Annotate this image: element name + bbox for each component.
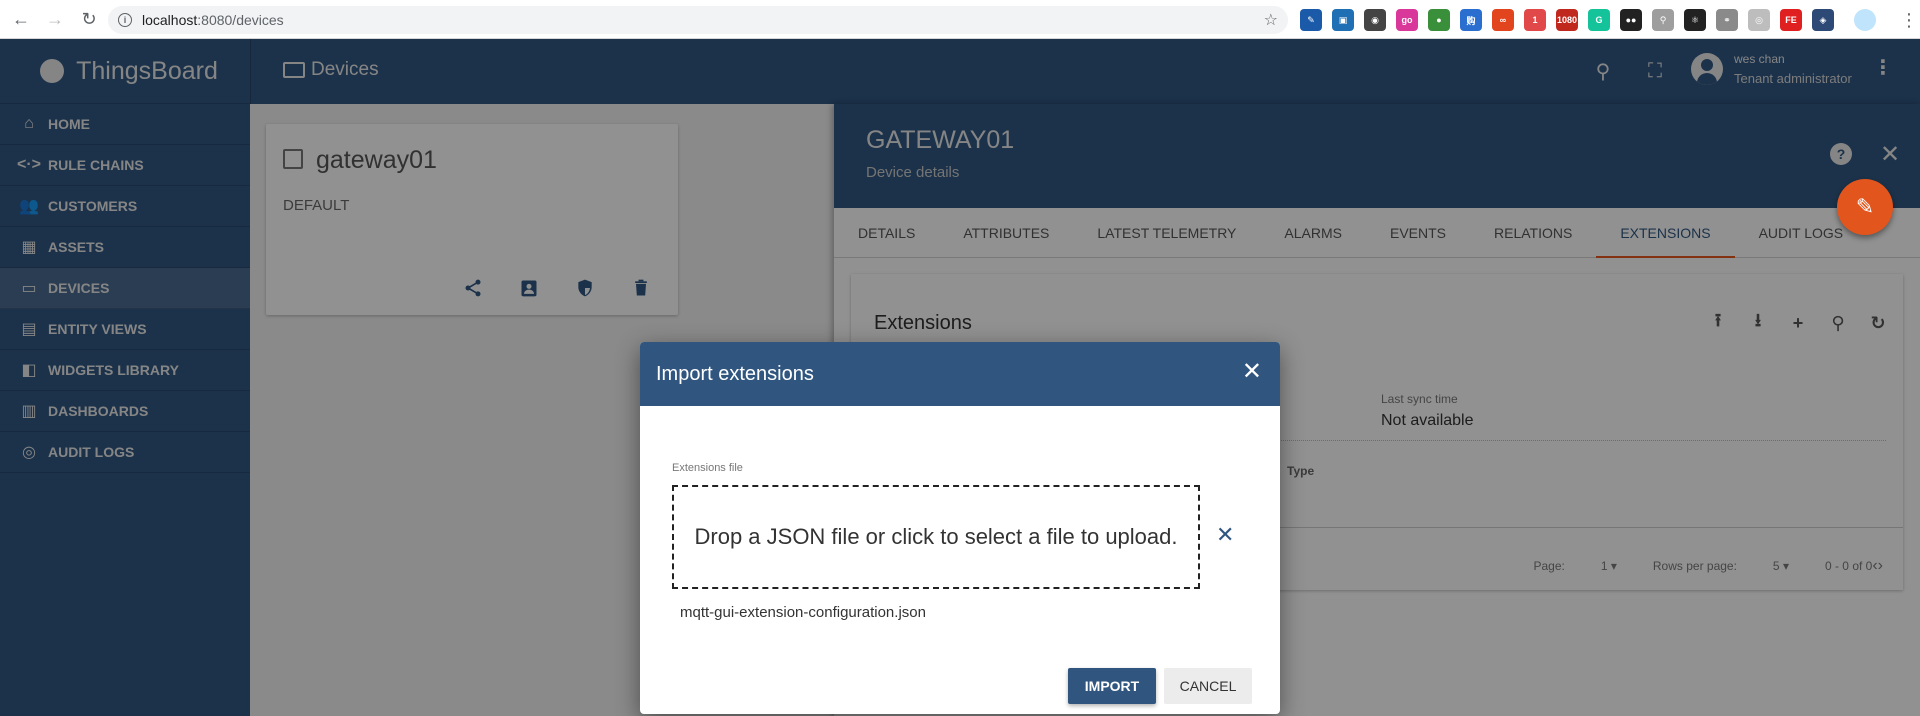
octotree-extension-icon[interactable]: ◉: [1364, 9, 1386, 31]
bookmark-star-icon[interactable]: ☆: [1264, 10, 1278, 30]
badge-extension-icon[interactable]: 1: [1524, 9, 1546, 31]
cancel-button[interactable]: CANCEL: [1164, 668, 1252, 704]
eyedropper-extension-icon[interactable]: ✎: [1300, 9, 1322, 31]
site-info-icon[interactable]: i: [118, 13, 132, 27]
tree-extension-icon[interactable]: ⚲: [1652, 9, 1674, 31]
edit-button[interactable]: ✎: [1837, 179, 1893, 235]
close-dialog-icon[interactable]: ✕: [1242, 360, 1262, 384]
go-extension-icon[interactable]: go: [1396, 9, 1418, 31]
file-dropzone[interactable]: Drop a JSON file or click to select a fi…: [672, 485, 1200, 589]
import-extensions-dialog: Import extensions ✕ Extensions file Drop…: [640, 342, 1280, 714]
browser-menu-icon[interactable]: ⋮: [1900, 10, 1918, 31]
target-extension-icon[interactable]: ◎: [1748, 9, 1770, 31]
grammarly-extension-icon[interactable]: G: [1588, 9, 1610, 31]
react-devtools-extension-icon[interactable]: ⚛: [1684, 9, 1706, 31]
dialog-title: Import extensions: [656, 362, 814, 385]
selected-file-name: mqtt-gui-extension-configuration.json: [680, 604, 926, 621]
address-bar[interactable]: i localhost:8080/devices ☆: [108, 6, 1288, 34]
gou-extension-icon[interactable]: 购: [1460, 9, 1482, 31]
reload-button[interactable]: ↻: [76, 6, 102, 32]
profile-avatar-icon[interactable]: [1854, 9, 1876, 31]
url-text: localhost:8080/devices: [142, 12, 284, 28]
dialog-header: Import extensions ✕: [640, 342, 1280, 406]
dialog-actions: IMPORT CANCEL: [1068, 668, 1252, 704]
link-extension-icon[interactable]: ⚭: [1716, 9, 1738, 31]
forward-button[interactable]: →: [42, 6, 68, 32]
box-extension-icon[interactable]: ▣: [1332, 9, 1354, 31]
vue-extension-icon[interactable]: ◈: [1812, 9, 1834, 31]
import-button[interactable]: IMPORT: [1068, 668, 1156, 704]
pencil-icon: ✎: [1855, 194, 1875, 219]
back-button[interactable]: ←: [8, 6, 34, 32]
infinity-extension-icon[interactable]: ∞: [1492, 9, 1514, 31]
idm-extension-icon[interactable]: ●: [1428, 9, 1450, 31]
tampermonkey-extension-icon[interactable]: ●●: [1620, 9, 1642, 31]
clear-file-icon[interactable]: ✕: [1216, 522, 1234, 548]
extension-icons: ✎ ▣ ◉ go ● 购 ∞ 1 1080 G ●● ⚲ ⚛ ⚭ ◎ FE ◈ ⋮: [1300, 8, 1918, 32]
extensions-file-label: Extensions file: [672, 462, 743, 474]
1080-extension-icon[interactable]: 1080: [1556, 9, 1578, 31]
fe-extension-icon[interactable]: FE: [1780, 9, 1802, 31]
dropzone-text: Drop a JSON file or click to select a fi…: [694, 524, 1178, 549]
browser-toolbar: ← → ↻ i localhost:8080/devices ☆ ✎ ▣ ◉ go ● 购…: [0, 0, 1920, 39]
